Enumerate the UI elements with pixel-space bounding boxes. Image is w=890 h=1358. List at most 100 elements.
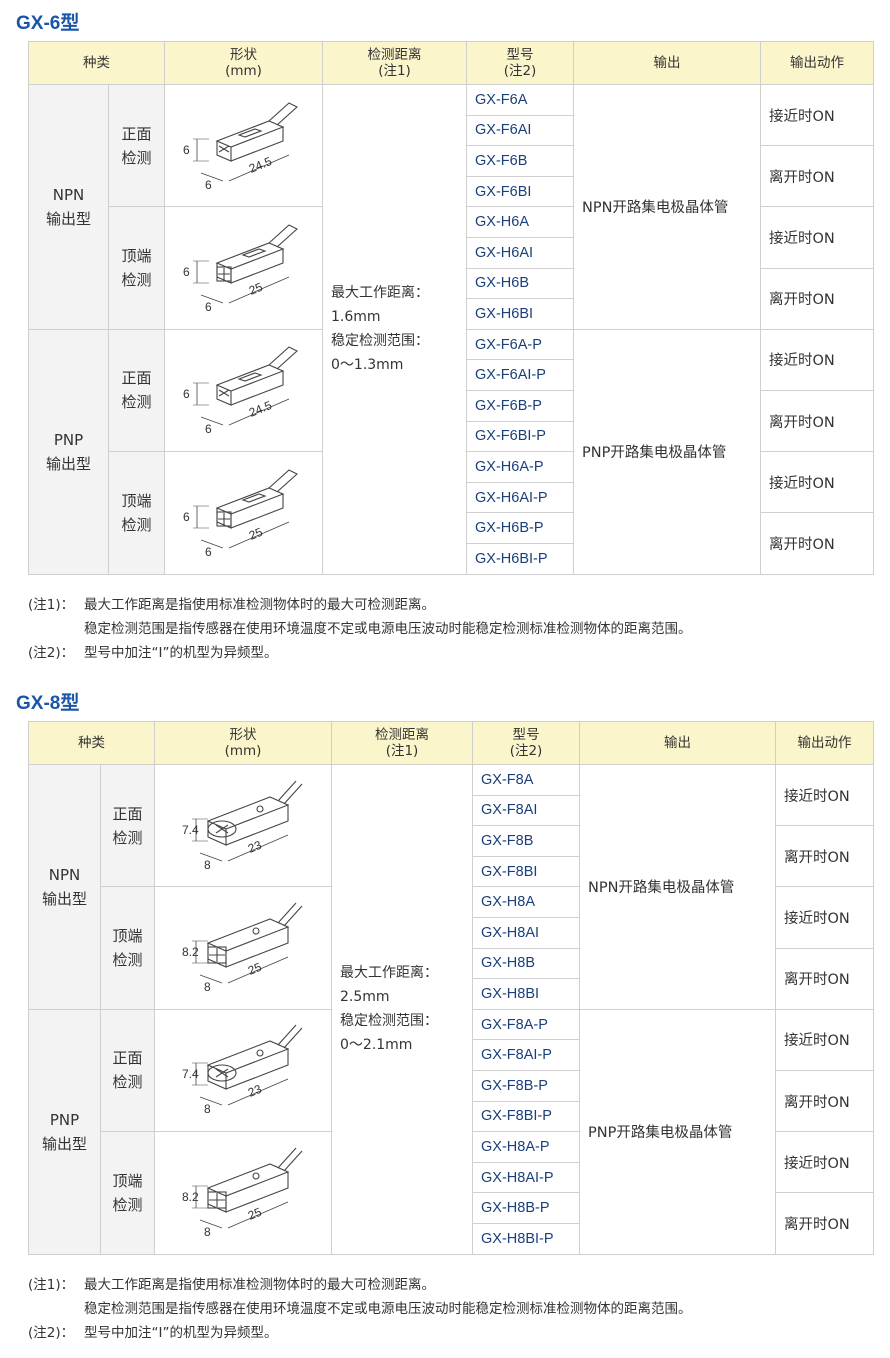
model-cell: GX-F6BI: [466, 175, 574, 208]
detection-type-label: 检测: [121, 148, 152, 167]
note-label: (注1)：: [28, 597, 75, 613]
note-row: (注2)： 型号中加注“I”的机型为异频型。: [28, 1321, 692, 1345]
length-dimension: 23: [246, 837, 264, 855]
tip-detection-sensor-drawing: 8.2 8 25: [182, 1147, 303, 1239]
note-label: (注1)：: [28, 1277, 75, 1293]
length-dimension: 25: [246, 280, 264, 298]
model-cell: GX-H6B: [466, 267, 574, 300]
distance-line: 1.6mm: [331, 309, 381, 326]
height-dimension: 6: [183, 510, 190, 524]
action-header-line: 输出动作: [797, 735, 852, 751]
shape-cell: 6 6 25: [164, 451, 323, 575]
detection-type-label: 检测: [121, 271, 152, 290]
detection-type-label: 正面: [112, 804, 143, 823]
front-detection-sensor-drawing: 6 6 24.5: [183, 346, 298, 436]
detection-type-label: 检测: [112, 951, 143, 970]
model-cell: GX-F6BI-P: [466, 420, 574, 453]
distance-header-line: (注1): [385, 743, 419, 759]
output-cell: PNP开路集电极晶体管: [573, 328, 761, 575]
distance-header-line: (注1): [378, 63, 411, 79]
model-cell: GX-F6A: [466, 84, 574, 116]
distance-line: 0～1.3mm: [331, 357, 404, 374]
model-header-line: (注2): [503, 63, 537, 79]
detection-type-cell: 顶端 检测: [100, 1131, 155, 1255]
note-label: (注2)：: [28, 645, 75, 661]
shape-header-line: 形状: [229, 727, 257, 743]
detection-type-cell: 正面 检测: [100, 1008, 155, 1133]
length-dimension: 24.5: [246, 154, 273, 176]
spec-table: 种类 形状 (mm) 检测距离 (注1) 型号 (注2) 输出 输出动作 NPN 输出型 正面 检测 6 6…: [28, 41, 874, 575]
front-detection-sensor-drawing: 7.4 8 23: [182, 1025, 303, 1116]
section-title: GX-8型: [16, 693, 80, 714]
output-type-label: 输出型: [45, 454, 91, 473]
width-dimension: 6: [205, 178, 212, 192]
model-cell: GX-H8A: [472, 886, 580, 918]
tip-detection-sensor-drawing: 8.2 8 25: [182, 902, 303, 994]
length-dimension: 23: [246, 1082, 264, 1100]
model-header-line: 型号: [512, 727, 540, 743]
tip-detection-sensor-drawing: 6 6 25: [183, 224, 298, 314]
action-header-line: 输出动作: [790, 55, 844, 71]
shape-cell: 7.4 8 23: [154, 1008, 332, 1133]
model-cell: GX-F8A: [472, 764, 580, 796]
model-header: 型号 (注2): [472, 721, 580, 765]
note-row: 稳定检测范围是指传感器在使用环境温度不定或电源电压波动时能稳定检测标准检测物体的…: [28, 1297, 692, 1321]
model-cell: GX-H8AI: [472, 916, 580, 949]
action-cell: 接近时ON: [760, 451, 874, 514]
detection-type-label: 顶端: [112, 927, 143, 946]
model-cell: GX-H6A: [466, 206, 574, 238]
length-dimension: 25: [246, 1204, 264, 1222]
height-dimension: 7.4: [182, 1067, 199, 1081]
model-cell: GX-H6BI-P: [466, 542, 574, 575]
note-text: 稳定检测范围是指传感器在使用环境温度不定或电源电压波动时能稳定检测标准检测物体的…: [84, 1301, 692, 1317]
width-dimension: 6: [205, 300, 212, 314]
detection-type-label: 检测: [112, 1073, 143, 1092]
model-cell: GX-H8A-P: [472, 1131, 580, 1163]
action-header: 输出动作: [775, 721, 874, 765]
detection-type-label: 顶端: [121, 247, 152, 266]
distance-line: 稳定检测范围：: [340, 1013, 438, 1030]
action-cell: 接近时ON: [760, 83, 874, 147]
detection-type-cell: 正面 检测: [100, 763, 155, 888]
model-cell: GX-H6B-P: [466, 512, 574, 544]
model-cell: GX-F8BI: [472, 855, 580, 888]
model-header-line: 型号: [506, 47, 534, 63]
action-cell: 接近时ON: [760, 328, 874, 391]
output-cell: NPN开路集电极晶体管: [579, 764, 776, 1010]
model-cell: GX-H6A-P: [466, 451, 574, 483]
shape-header-line: (mm): [225, 63, 262, 79]
distance-line: 2.5mm: [340, 989, 390, 1006]
type-header: 种类: [28, 41, 165, 85]
length-dimension: 24.5: [246, 398, 273, 420]
model-header-line: (注2): [509, 743, 543, 759]
front-detection-sensor-drawing: 7.4 8 23: [182, 780, 303, 872]
action-cell: 离开时ON: [775, 947, 874, 1010]
shape-cell: 7.4 8 23: [154, 763, 332, 888]
table-row: NPN 输出型 正面 检测 7.4 8 23 最大工作距离： 2.5mm 稳定检测范围： 0～2.1…: [28, 763, 874, 1255]
note-text: 最大工作距离是指使用标准检测物体时的最大可检测距离。: [84, 597, 435, 613]
detection-type-cell: 顶端 检测: [100, 886, 155, 1010]
tip-detection-sensor-drawing: 6 6 25: [183, 469, 298, 559]
output-type-label: 输出型: [41, 1134, 87, 1153]
distance-cell: 最大工作距离： 2.5mm 稳定检测范围： 0～2.1mm: [331, 764, 473, 1255]
note-label: [28, 617, 84, 641]
shape-cell: 8.2 8 25: [154, 886, 332, 1010]
action-cell: 离开时ON: [760, 145, 874, 208]
detection-type-label: 正面: [121, 124, 152, 143]
model-cell: GX-H8AI-P: [472, 1161, 580, 1194]
note-label: [28, 1297, 84, 1321]
width-dimension: 6: [205, 422, 212, 436]
action-cell: 离开时ON: [760, 389, 874, 453]
detection-type-label: 检测: [112, 828, 143, 847]
detection-type-label: 正面: [112, 1049, 143, 1068]
note-row: 稳定检测范围是指传感器在使用环境温度不定或电源电压波动时能稳定检测标准检测物体的…: [28, 617, 692, 641]
model-cell: GX-H8BI: [472, 978, 580, 1010]
model-cell: GX-F8BI-P: [472, 1100, 580, 1133]
front-detection-sensor-drawing: 6 6 24.5: [183, 102, 298, 192]
output-type-cell: PNP 输出型: [28, 328, 109, 575]
model-cell: GX-F6B-P: [466, 389, 574, 422]
output-header-line: 输出: [653, 55, 681, 71]
type-header: 种类: [28, 721, 155, 765]
note-row: (注2)： 型号中加注“I”的机型为异频型。: [28, 641, 692, 665]
notes: (注1)： 最大工作距离是指使用标准检测物体时的最大可检测距离。稳定检测范围是指传…: [28, 593, 692, 665]
